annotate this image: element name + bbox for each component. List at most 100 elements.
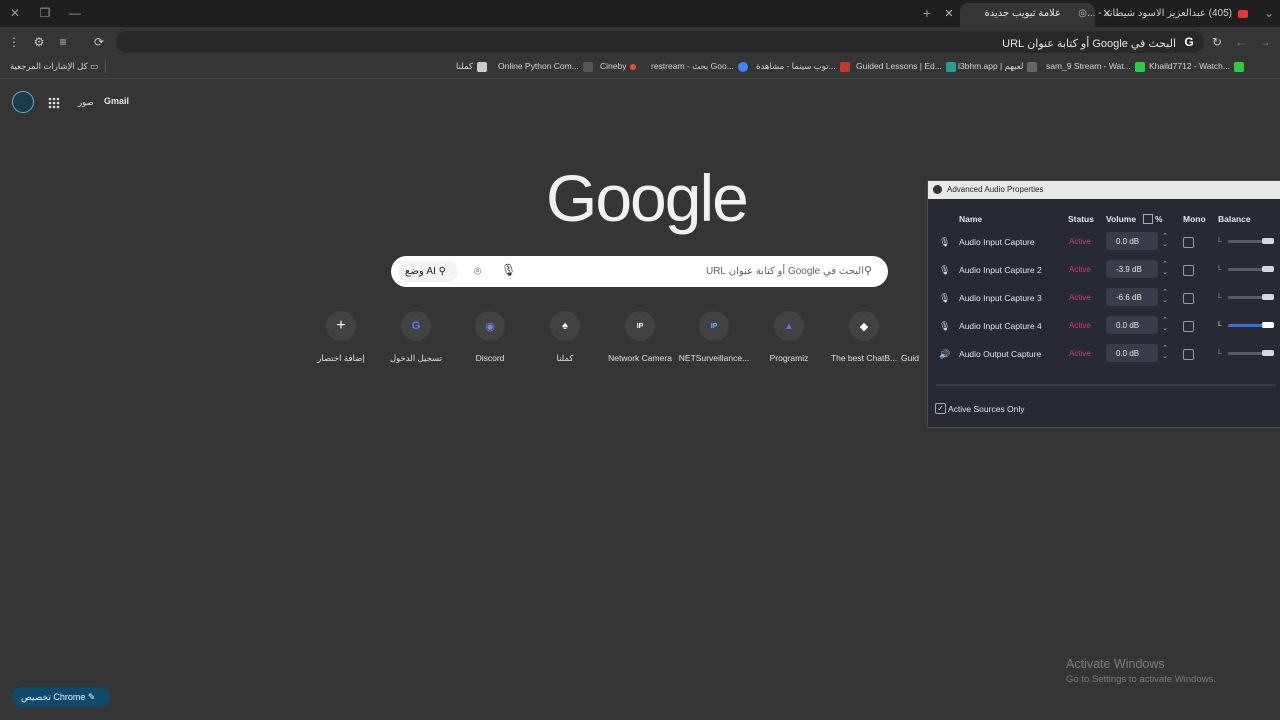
tab-youtube[interactable]: ✕ (405) عبدالعزيز الاسود شيطانه - ... xyxy=(1087,3,1250,27)
volume-value: -3.9 dB xyxy=(1116,265,1142,274)
shortcut-item[interactable]: ♠ كملنا xyxy=(528,311,602,364)
google-logo: Google xyxy=(546,161,749,235)
source-status: Active xyxy=(1069,321,1091,330)
balance-slider[interactable] xyxy=(1228,266,1274,272)
tab-new-tab[interactable]: ✕ علامة تبويب جديدة ◎ xyxy=(944,3,1095,27)
bookmark-item[interactable]: l3bhm.app | لعبهم xyxy=(958,61,1038,72)
google-icon xyxy=(737,61,748,72)
all-bookmarks[interactable]: كل الإشارات المرجعية ▭ xyxy=(10,61,98,72)
balance-handle[interactable] xyxy=(1262,266,1274,272)
menu-icon[interactable]: ⋮ xyxy=(6,34,22,50)
balance-slider[interactable] xyxy=(1228,238,1274,244)
bookmark-item[interactable]: توب سينما - مشاهدة... xyxy=(756,61,850,72)
ai-search-icon: ⚲ xyxy=(438,266,446,277)
restore-icon[interactable]: ❐ xyxy=(36,4,54,22)
new-tab-icon[interactable]: + xyxy=(918,4,936,22)
column-header-volume: Volume xyxy=(1106,214,1137,224)
balance-slider[interactable] xyxy=(1228,350,1274,356)
source-status: Active xyxy=(1069,293,1091,302)
balance-handle[interactable] xyxy=(1262,238,1274,244)
volume-stepper[interactable]: ⌃ ⌄ xyxy=(1160,317,1170,333)
mic-icon: 🎙 xyxy=(939,293,951,303)
tab-search-icon[interactable]: ⌄ xyxy=(1260,4,1278,22)
discord-icon: ◉ xyxy=(475,311,505,341)
source-name: Audio Input Capture 3 xyxy=(959,293,1042,303)
bookmark-item[interactable]: sam_9 Stream - Wat... xyxy=(1046,61,1145,72)
source-name: Audio Input Capture 2 xyxy=(959,265,1042,275)
obs-icon xyxy=(933,185,942,194)
lens-icon[interactable]: ⌾ xyxy=(474,264,481,279)
balance-left-label: L xyxy=(1218,349,1222,356)
balance-left-label: L xyxy=(1218,265,1222,272)
volume-stepper[interactable]: ⌃ ⌄ xyxy=(1160,345,1170,361)
percent-checkbox[interactable] xyxy=(1143,214,1153,224)
site-icon xyxy=(476,61,487,72)
forward-icon[interactable]: ← xyxy=(1233,34,1249,50)
shortcut-item[interactable]: ▲ Programiz xyxy=(752,311,826,363)
sync-icon[interactable]: ⟳ xyxy=(91,34,107,50)
shortcut-item[interactable]: IP Network Camera xyxy=(603,311,677,363)
tab-close-icon[interactable]: ✕ xyxy=(942,3,956,25)
mono-checkbox[interactable] xyxy=(1183,293,1194,304)
site-icon xyxy=(839,61,850,72)
bookmark-item[interactable]: Cineby xyxy=(600,61,637,71)
images-link[interactable]: صور xyxy=(78,97,94,108)
programiz-icon: ▲ xyxy=(774,311,804,341)
activation-title: Activate Windows xyxy=(1066,657,1165,671)
apps-grid-icon[interactable] xyxy=(48,96,60,109)
list-scroll-edge[interactable] xyxy=(936,376,1276,386)
mic-icon: 🎙 xyxy=(939,321,951,331)
minimize-icon[interactable]: — xyxy=(66,4,84,22)
volume-stepper[interactable]: ⌃ ⌄ xyxy=(1160,261,1170,277)
back-icon[interactable]: → xyxy=(1257,34,1273,50)
volume-stepper[interactable]: ⌃ ⌄ xyxy=(1160,233,1170,249)
mic-icon[interactable]: 🎙 xyxy=(501,263,516,277)
mic-icon: 🎙 xyxy=(939,237,951,247)
mono-checkbox[interactable] xyxy=(1183,265,1194,276)
balance-slider[interactable] xyxy=(1228,322,1274,328)
volume-value: 0.0 dB xyxy=(1116,237,1140,246)
shortcut-item[interactable]: G تسجيل الدخول xyxy=(379,311,453,364)
kick-icon xyxy=(1233,61,1244,72)
search-input[interactable]: البحث في Google أو كتابة عنوان URL xyxy=(706,266,864,277)
close-icon[interactable]: ✕ xyxy=(6,4,24,22)
shortcut-item[interactable]: IP NETSurveillance... xyxy=(677,311,751,363)
balance-slider[interactable] xyxy=(1228,294,1274,300)
bookmark-item[interactable]: Khaild7712 - Watch... xyxy=(1149,61,1244,72)
source-status: Active xyxy=(1069,237,1091,246)
site-icon: ♠ xyxy=(550,311,580,341)
volume-value: 0.0 dB xyxy=(1116,349,1140,358)
shortcut-add[interactable]: + إضافة اختصار xyxy=(304,311,378,364)
site-icon xyxy=(945,61,956,72)
source-status: Active xyxy=(1069,349,1091,358)
reload-icon[interactable]: ↻ xyxy=(1209,34,1225,50)
shortcut-item[interactable]: Guid xyxy=(901,311,927,363)
media-icon[interactable]: ≡ xyxy=(55,34,71,50)
speaker-icon: 🔊 xyxy=(939,349,951,359)
bookmark-item[interactable]: كملنا xyxy=(456,61,487,72)
bookmark-item[interactable]: Guided Lessons | Ed... xyxy=(856,61,956,72)
activation-subtitle: Go to Settings to activate Windows. xyxy=(1066,674,1216,685)
bookmark-item[interactable]: restream - بحث Goo... xyxy=(651,61,748,72)
mono-checkbox[interactable] xyxy=(1183,349,1194,360)
mono-checkbox[interactable] xyxy=(1183,237,1194,248)
shortcut-item[interactable]: ◆ The best ChatB... xyxy=(827,311,901,363)
shortcut-item[interactable]: ◉ Discord xyxy=(453,311,527,363)
bookmark-item[interactable]: Online Python Com... xyxy=(498,61,593,72)
extension-icon[interactable]: ⚙ xyxy=(31,34,47,50)
mono-checkbox[interactable] xyxy=(1183,321,1194,332)
balance-handle[interactable] xyxy=(1262,350,1274,356)
mic-icon: 🎙 xyxy=(939,265,951,275)
active-only-checkbox[interactable]: ✓ xyxy=(935,403,946,414)
balance-left-label: L xyxy=(1218,321,1222,328)
avatar[interactable] xyxy=(12,91,34,113)
address-bar-text[interactable]: البحث في Google أو كتابة عنوان URL xyxy=(1002,37,1176,50)
ip-camera-icon: IP xyxy=(625,311,655,341)
balance-handle[interactable] xyxy=(1262,322,1274,328)
balance-handle[interactable] xyxy=(1262,294,1274,300)
window-title: Advanced Audio Properties xyxy=(947,185,1044,194)
search-icon: ⚲ xyxy=(864,265,873,277)
volume-stepper[interactable]: ⌃ ⌄ xyxy=(1160,289,1170,305)
gmail-link[interactable]: Gmail xyxy=(104,96,129,106)
tab-title: (405) عبدالعزيز الاسود شيطانه - ... xyxy=(1087,8,1232,19)
